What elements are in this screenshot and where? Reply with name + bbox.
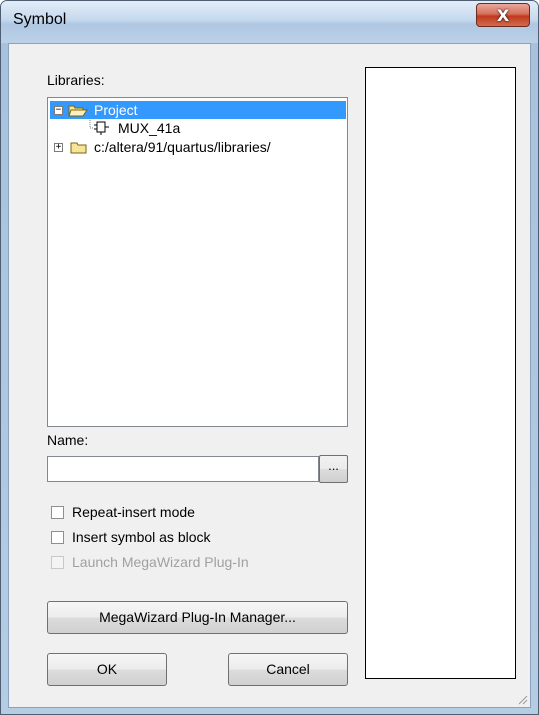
tree-item-label: Project [94, 102, 138, 118]
repeat-insert-checkbox[interactable]: Repeat-insert mode [51, 503, 195, 521]
name-label: Name: [47, 432, 89, 448]
tree-item-label: c:/altera/91/quartus/libraries/ [94, 139, 271, 155]
tree-item-project[interactable]: − Project [50, 101, 346, 119]
collapse-expander[interactable]: − [54, 105, 63, 115]
megawizard-manager-button[interactable]: MegaWizard Plug-In Manager... [47, 601, 348, 634]
expand-expander[interactable]: + [54, 142, 63, 152]
libraries-tree[interactable]: − Project MUX_41a + c:/altera/91/quartus… [47, 97, 348, 427]
title-bar[interactable]: Symbol X [1, 1, 538, 43]
close-icon: X [496, 5, 510, 25]
launch-megawizard-checkbox: Launch MegaWizard Plug-In [51, 553, 249, 571]
tree-item-altera-libraries[interactable]: + c:/altera/91/quartus/libraries/ [54, 138, 271, 156]
checkbox-box[interactable] [51, 505, 64, 519]
symbol-dialog: Symbol X Libraries: − Project MUX_41a + … [0, 0, 539, 715]
symbol-preview-pane [365, 67, 516, 679]
browse-button[interactable]: ... [319, 455, 348, 483]
insert-as-block-checkbox[interactable]: Insert symbol as block [51, 528, 211, 546]
repeat-insert-label: Repeat-insert mode [72, 504, 195, 520]
symbol-icon [89, 120, 109, 135]
dialog-body: Libraries: − Project MUX_41a + c:/altera… [8, 43, 531, 708]
launch-megawizard-label: Launch MegaWizard Plug-In [72, 554, 249, 570]
resize-grip-icon[interactable] [516, 693, 528, 705]
checkbox-box [51, 555, 64, 569]
insert-as-block-label: Insert symbol as block [72, 529, 211, 545]
tree-item-label: MUX_41a [118, 120, 181, 136]
open-folder-icon [68, 105, 88, 117]
folder-icon [70, 142, 87, 154]
window-title: Symbol [13, 11, 67, 28]
tree-item-mux[interactable]: MUX_41a [88, 119, 180, 137]
cancel-button[interactable]: Cancel [228, 653, 348, 686]
ok-button[interactable]: OK [47, 653, 167, 686]
name-input[interactable] [47, 456, 319, 482]
close-button[interactable]: X [476, 3, 530, 27]
checkbox-box[interactable] [51, 530, 64, 544]
libraries-label: Libraries: [47, 72, 105, 88]
